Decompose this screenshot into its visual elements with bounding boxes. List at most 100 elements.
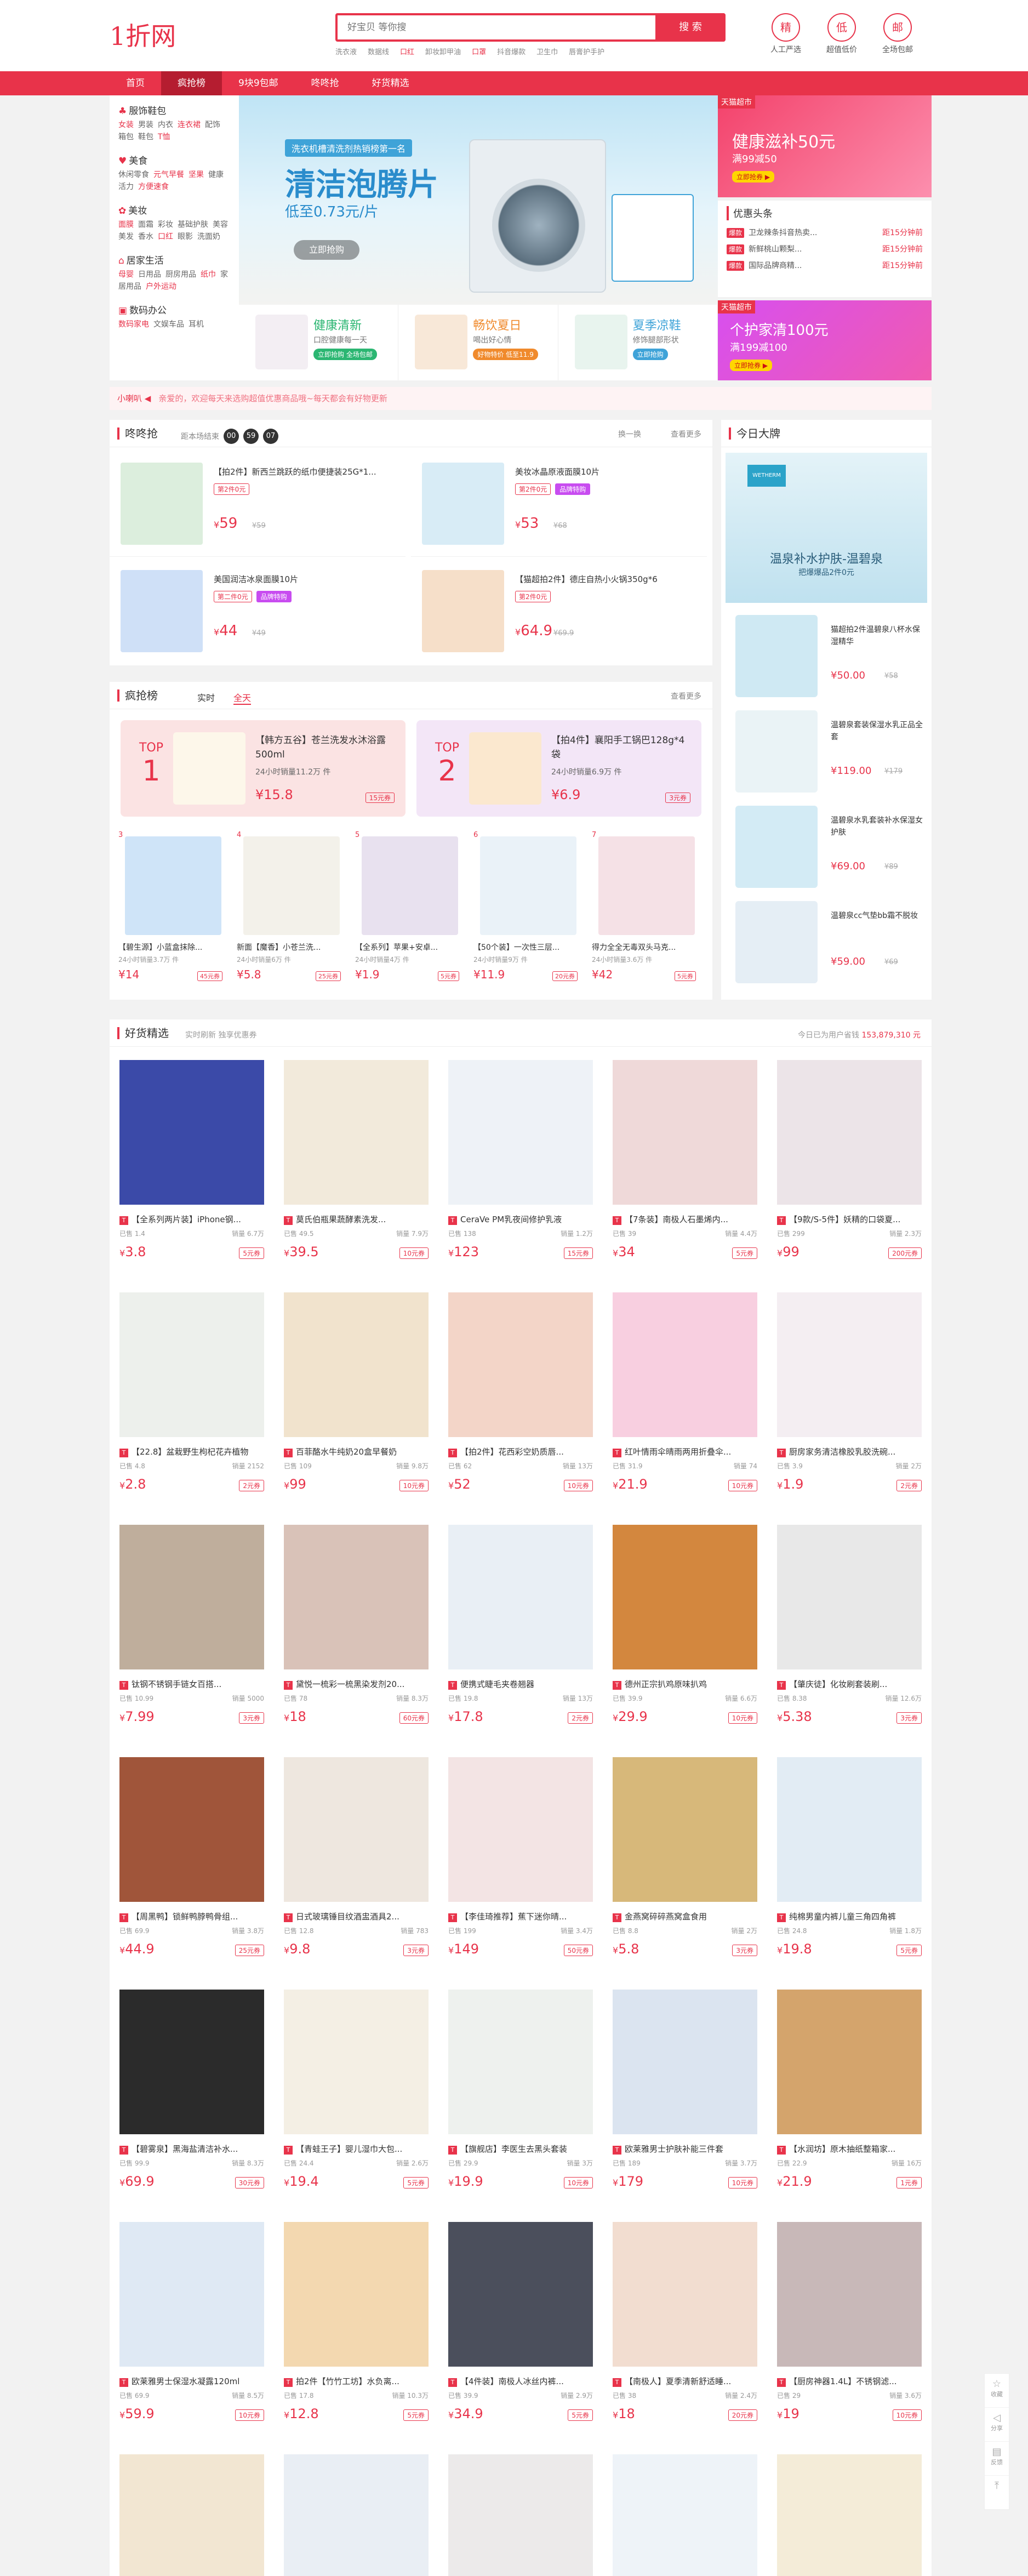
product-image[interactable] <box>284 1757 429 1902</box>
product-image[interactable] <box>613 1525 757 1669</box>
feature-2[interactable]: 邮全场包邮 <box>876 13 920 55</box>
coupon-badge[interactable]: 3元券 <box>665 793 690 803</box>
product-image[interactable] <box>735 806 818 888</box>
product-image[interactable] <box>777 1525 922 1669</box>
product-image[interactable] <box>448 2222 593 2367</box>
good-product-card[interactable]: T 【碧雾泉】黑海盐清洁补水... 已售 99.9 销量 8.3万 ¥69.9 30元券 <box>110 1984 274 2216</box>
good-product-card[interactable]: T 【南极人】夏季清新舒适睡... 已售 38 销量 2.4万 ¥18 20元券 <box>603 2216 767 2449</box>
brand-product[interactable]: 温碧泉cc气垫bb霜不脱妆 ¥59.00 ¥69 <box>726 896 927 990</box>
category-link[interactable]: 洗面奶 <box>197 232 220 241</box>
category-title[interactable]: ✿ 美妆 <box>118 203 230 216</box>
coupon-badge[interactable]: 5元券 <box>239 1247 264 1259</box>
flash-sale-item[interactable]: 美妆冰晶原液面膜10片 第2件0元 品牌特购 ¥53 ¥68 <box>411 449 707 557</box>
good-product-card[interactable]: T 莫氏伯瓶果蔬酵素洗发... 已售 49.5 销量 7.9万 ¥39.5 10元券 <box>274 1055 438 1287</box>
product-name[interactable]: 【拍2件】新西兰跳跃的纸巾便捷装25G*1... <box>214 466 395 477</box>
category-link[interactable]: 箱包 <box>118 133 134 141</box>
good-product-card[interactable]: T 钛钢不锈钢手链女百搭... 已售 10.99 销量 5000 ¥7.99 3元券 <box>110 1519 274 1752</box>
coupon-badge[interactable]: 5元券 <box>403 2409 429 2421</box>
side-tool-item[interactable]: ☆ 收藏 <box>985 2374 1009 2408</box>
product-name[interactable]: 【韩方五谷】苍兰洗发水沐浴露500ml <box>255 733 392 762</box>
coupon-badge[interactable]: 15元券 <box>365 793 395 803</box>
good-product-card[interactable]: T 【7条装】南极人石墨烯内... 已售 39 销量 4.4万 ¥34 5元券 <box>603 1055 767 1287</box>
product-name[interactable]: T 【拍2件】花西彩空奶质唇... <box>448 1446 593 1457</box>
good-product-card[interactable]: T 【厨房神器1.4L】不锈钢滤... 已售 29 销量 3.6万 ¥19 10元券 <box>767 2216 932 2449</box>
promo-mini-card[interactable]: 畅饮夏日 喝出好心情 好物特价 低至11.9 <box>398 305 558 380</box>
product-image[interactable] <box>735 710 818 793</box>
search-button[interactable]: 搜 索 <box>655 13 726 42</box>
coupon-badge[interactable]: 5元券 <box>438 971 459 981</box>
product-name[interactable]: 得力全全无毒双头马克... <box>592 942 699 953</box>
product-image[interactable] <box>735 901 818 983</box>
product-name[interactable]: T 【9款/S-5件】妖精的口袋夏... <box>777 1213 922 1225</box>
product-image[interactable] <box>119 1525 264 1669</box>
promo-badge[interactable]: 好物特价 低至11.9 <box>473 349 538 360</box>
good-product-card[interactable]: T 【拍2件】花西彩空奶质唇... 已售 62 销量 13万 ¥52 10元券 <box>438 1287 603 1519</box>
product-name[interactable]: T 【水润坊】原木抽纸整箱家... <box>777 2143 922 2155</box>
hot-word-link[interactable]: 数据线 <box>368 46 389 56</box>
good-product-card[interactable]: T 便携式睫毛夹卷翘器 已售 19.8 销量 13万 ¥17.8 2元券 <box>438 1519 603 1752</box>
product-image[interactable] <box>119 1060 264 1205</box>
side-tool-item[interactable]: ▤ 反馈 <box>985 2442 1009 2476</box>
hot-word-link[interactable]: 卸妆卸甲油 <box>425 46 461 56</box>
headline-row[interactable]: 爆款 新鲜桃山颗梨... 距15分钟前 <box>727 241 923 258</box>
category-link[interactable]: 数码家电 <box>118 320 149 329</box>
coupon-badge[interactable]: 10元券 <box>728 2177 757 2189</box>
product-image[interactable] <box>469 732 541 805</box>
coupon-badge[interactable]: 3元券 <box>239 1712 264 1724</box>
promo-mini-card[interactable]: 夏季凉鞋 修饰腿部形状 立即抢购 <box>558 305 718 380</box>
good-product-card[interactable]: T 日式玻璃锤目纹酒盅酒具2... 已售 12.8 销量 783 ¥9.8 3元券 <box>274 1752 438 1984</box>
coupon-badge[interactable]: 25元券 <box>235 1945 264 1956</box>
category-link[interactable]: 鞋包 <box>138 133 153 141</box>
nav-item[interactable]: 首页 <box>110 71 161 95</box>
product-image[interactable] <box>613 1757 757 1902</box>
product-name[interactable]: 猫超拍2件温碧泉八杯水保湿精华 <box>831 624 924 648</box>
product-name[interactable]: T 钛钢不锈钢手链女百搭... <box>119 1678 264 1690</box>
good-product-card[interactable]: T 【22.8】盆栽野生枸杞花卉植物 已售 4.8 销量 2152 ¥2.8 2元券 <box>110 1287 274 1519</box>
coupon-badge[interactable]: 20元券 <box>552 971 578 981</box>
product-image[interactable] <box>448 1990 593 2134</box>
coupon-badge[interactable]: 15元券 <box>563 1247 593 1259</box>
nav-item[interactable]: 咚咚抢 <box>295 71 356 95</box>
coupon-badge[interactable]: 2元券 <box>239 1480 264 1491</box>
hot-word-link[interactable]: 洗衣液 <box>335 46 357 56</box>
category-link[interactable]: 纸巾 <box>201 270 216 279</box>
coupon-badge[interactable]: 10元券 <box>563 2177 593 2189</box>
product-name[interactable]: T 【7条装】南极人石墨烯内... <box>613 1213 757 1225</box>
product-image[interactable] <box>777 1292 922 1437</box>
nav-item[interactable]: 好货精选 <box>356 71 426 95</box>
tmall-ad-health[interactable]: 天猫超市 健康滋补50元 满99减50 立即抢券 ▶ <box>718 95 932 197</box>
product-name[interactable]: T 欧莱雅男士护肤补能三件套 <box>613 2143 757 2155</box>
good-product-card[interactable]: T 【4件装】南极人冰丝内裤... 已售 39.9 销量 2.9万 ¥34.9 5元券 <box>438 2216 603 2449</box>
category-title[interactable]: ⌂ 居家生活 <box>118 253 230 266</box>
product-name[interactable]: 温碧泉水乳套装补水保湿女护肤 <box>831 814 924 839</box>
good-product-card[interactable] <box>603 2449 767 2576</box>
search-input[interactable] <box>338 15 655 39</box>
category-link[interactable]: 休闲零食 <box>118 170 149 179</box>
product-name[interactable]: 美国润洁冰泉面膜10片 <box>214 573 395 585</box>
category-link[interactable]: 元气早餐 <box>153 170 184 179</box>
product-image[interactable] <box>284 1525 429 1669</box>
product-name[interactable]: 【碧生源】小蓝盒抹除... <box>118 942 226 953</box>
product-image[interactable] <box>777 1060 922 1205</box>
product-name[interactable]: T 【周黑鸭】锁鲜鸭脖鸭骨组... <box>119 1911 264 1922</box>
category-link[interactable]: 坚果 <box>189 170 204 179</box>
rank-item[interactable]: 6 【50个装】一次性三层... 24小时销量9万 件 ¥11.9 20元券 <box>470 829 582 993</box>
coupon-badge[interactable]: 45元券 <box>197 971 222 981</box>
product-image[interactable] <box>422 463 504 545</box>
good-product-card[interactable]: T 【水润坊】原木抽纸整箱家... 已售 22.9 销量 16万 ¥21.9 1元券 <box>767 1984 932 2216</box>
category-link[interactable]: 户外运动 <box>146 282 176 291</box>
headline-row[interactable]: 爆款 国际品牌商精... 距15分钟前 <box>727 258 923 274</box>
product-name[interactable]: 美妆冰晶原液面膜10片 <box>515 466 696 477</box>
product-name[interactable]: T 拍2件【竹竹工坊】水负离... <box>284 2375 429 2387</box>
hot-word-link[interactable]: 抖音爆款 <box>497 46 526 56</box>
product-image[interactable] <box>119 2454 264 2576</box>
product-name[interactable]: T 欧莱雅男士保湿水凝露120ml <box>119 2375 264 2387</box>
product-image[interactable] <box>121 570 203 652</box>
brand-product[interactable]: 温碧泉套装保湿水乳正品全套 ¥119.00 ¥179 <box>726 705 927 799</box>
good-product-card[interactable] <box>438 2449 603 2576</box>
category-link[interactable]: 面膜 <box>118 220 134 229</box>
product-name[interactable]: 【50个装】一次性三层... <box>473 942 581 953</box>
flash-sale-item[interactable]: 【猫超拍2件】德庄自热小火锅350g*6 第2件0元 ¥64.9 ¥69.9 <box>411 557 707 664</box>
product-name[interactable]: T 便携式睫毛夹卷翘器 <box>448 1678 593 1690</box>
product-image[interactable] <box>777 2454 922 2576</box>
